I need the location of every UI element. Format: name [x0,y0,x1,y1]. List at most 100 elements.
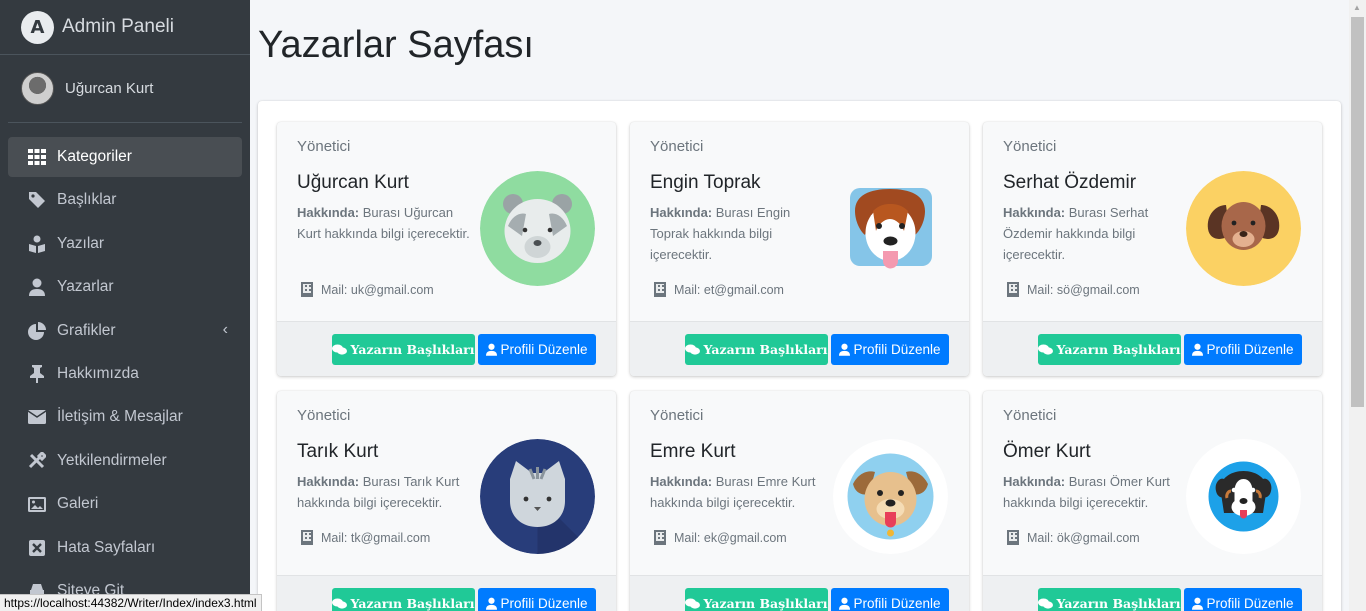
writer-mail: Mail: uk@gmail.com [301,282,434,297]
scroll-up-arrow-icon[interactable]: ▲ [1353,3,1361,12]
sidebar-item-hata-sayfalari[interactable]: Hata Sayfaları [8,528,242,568]
sidebar: A Admin Paneli Uğurcan Kurt Kategoriler … [0,0,250,611]
sidebar-item-hakkimizda[interactable]: Hakkımızda [8,354,242,394]
pug-avatar [833,439,948,554]
close-box-icon [27,538,47,558]
writer-titles-label: Yazarın Başlıkları [703,596,828,611]
building-icon [654,530,666,545]
edit-profile-button[interactable]: Profili Düzenle [1184,588,1302,611]
writer-mail-text: Mail: sö@gmail.com [1027,282,1140,297]
sidebar-item-yazarlar[interactable]: Yazarlar [8,267,242,307]
writer-about-label: Hakkında: [297,474,360,489]
writer-titles-button[interactable]: Yazarın Başlıkları [685,334,828,365]
user-icon [1192,597,1204,610]
edit-profile-label: Profili Düzenle [853,342,941,357]
edit-profile-button[interactable]: Profili Düzenle [478,334,596,365]
writer-card: Yönetici Serhat Özdemir Hakkında: Burası… [983,122,1322,376]
writer-name: Ömer Kurt [1003,441,1091,462]
writer-name: Uğurcan Kurt [297,172,409,193]
page-scrollbar[interactable]: ▲ [1349,0,1366,611]
user-icon [839,597,851,610]
writer-role: Yönetici [1003,138,1057,155]
writer-about-label: Hakkında: [1003,205,1066,220]
sidebar-item-label: İletişim & Mesajlar [57,408,183,426]
writer-mail-text: Mail: et@gmail.com [674,282,784,297]
sidebar-item-yazilar[interactable]: Yazılar [8,224,242,264]
writer-titles-button[interactable]: Yazarın Başlıkları [332,588,475,611]
brand-logo-letter: A [30,16,45,38]
writer-name: Tarık Kurt [297,441,379,462]
edit-profile-label: Profili Düzenle [1206,596,1294,611]
status-bar-url: https://localhost:44382/Writer/Index/ind… [0,594,262,611]
scrollbar-thumb[interactable] [1351,17,1364,407]
user-icon [486,597,498,610]
writer-card: Yönetici Ömer Kurt Hakkında: Burası Ömer… [983,391,1322,611]
writer-card-footer: Yazarın Başlıkları Profili Düzenle [983,321,1322,376]
panda-avatar [480,171,595,286]
pie-chart-icon [27,321,47,341]
writer-about: Hakkında: Burası Engin Toprak hakkında b… [650,202,825,265]
edit-profile-button[interactable]: Profili Düzenle [831,334,949,365]
writer-about-label: Hakkında: [297,205,360,220]
edit-profile-button[interactable]: Profili Düzenle [831,588,949,611]
comments-icon [1038,598,1054,609]
avatar [21,72,54,105]
writer-titles-button[interactable]: Yazarın Başlıkları [332,334,475,365]
sidebar-item-label: Hata Sayfaları [57,538,156,556]
building-icon [654,282,666,297]
writer-titles-label: Yazarın Başlıkları [1056,596,1181,611]
sidebar-item-iletisim[interactable]: İletişim & Mesajlar [8,397,242,437]
comments-icon [685,344,701,355]
thumbtack-icon [27,364,47,384]
writer-mail-text: Mail: tk@gmail.com [321,530,431,545]
writer-mail-text: Mail: ek@gmail.com [674,530,787,545]
sidebar-item-grafikler[interactable]: Grafikler ‹ [8,311,242,351]
edit-profile-button[interactable]: Profili Düzenle [478,588,596,611]
writer-card: Yönetici Engin Toprak Hakkında: Burası E… [630,122,969,376]
image-icon [27,494,47,514]
writer-card: Yönetici Tarık Kurt Hakkında: Burası Tar… [277,391,616,611]
sidebar-item-label: Yazılar [57,234,105,252]
grid-icon [27,147,47,167]
page-title: Yazarlar Sayfası [258,24,534,66]
edit-profile-label: Profili Düzenle [500,596,588,611]
sidebar-item-label: Grafikler [57,321,116,339]
writer-titles-button[interactable]: Yazarın Başlıkları [1038,588,1181,611]
writer-about: Hakkında: Burası Tarık Kurt hakkında bil… [297,471,477,513]
brand-link[interactable]: A Admin Paneli [0,0,250,55]
writer-name: Engin Toprak [650,172,761,193]
chevron-left-icon: ‹ [222,320,228,338]
puppy-avatar [1186,171,1301,286]
sidebar-item-yetkilendirmeler[interactable]: Yetkilendirmeler [8,441,242,481]
writer-about: Hakkında: Burası Ömer Kurt hakkında bilg… [1003,471,1178,513]
writer-about: Hakkında: Burası Uğurcan Kurt hakkında b… [297,202,472,244]
building-icon [1007,282,1019,297]
writer-card-footer: Yazarın Başlıkları Profili Düzenle [630,575,969,611]
writer-titles-button[interactable]: Yazarın Başlıkları [1038,334,1181,365]
writer-card: Yönetici Emre Kurt Hakkında: Burası Emre… [630,391,969,611]
writer-mail: Mail: sö@gmail.com [1007,282,1140,297]
brand-title: Admin Paneli [62,16,174,37]
comments-icon [332,344,348,355]
sidebar-item-kategoriler[interactable]: Kategoriler [8,137,242,177]
writer-mail-text: Mail: ök@gmail.com [1027,530,1140,545]
writer-titles-label: Yazarın Başlıkları [350,342,475,357]
sidebar-item-basliklar[interactable]: Başlıklar [8,180,242,220]
writer-role: Yönetici [1003,407,1057,424]
writer-titles-button[interactable]: Yazarın Başlıkları [685,588,828,611]
user-name[interactable]: Uğurcan Kurt [65,80,153,97]
sidebar-item-galeri[interactable]: Galeri [8,484,242,524]
user-icon [839,343,851,356]
writer-about-label: Hakkında: [650,205,713,220]
writer-card-footer: Yazarın Başlıkları Profili Düzenle [277,321,616,376]
user-panel[interactable]: Uğurcan Kurt [8,55,242,123]
edit-profile-button[interactable]: Profili Düzenle [1184,334,1302,365]
cat-avatar [480,439,595,554]
writer-mail: Mail: et@gmail.com [654,282,784,297]
writer-titles-label: Yazarın Başlıkları [1056,342,1181,357]
writer-role: Yönetici [297,407,351,424]
writer-titles-label: Yazarın Başlıkları [350,596,475,611]
comments-icon [685,598,701,609]
sidebar-item-label: Yetkilendirmeler [57,451,167,469]
edit-profile-label: Profili Düzenle [1206,342,1294,357]
